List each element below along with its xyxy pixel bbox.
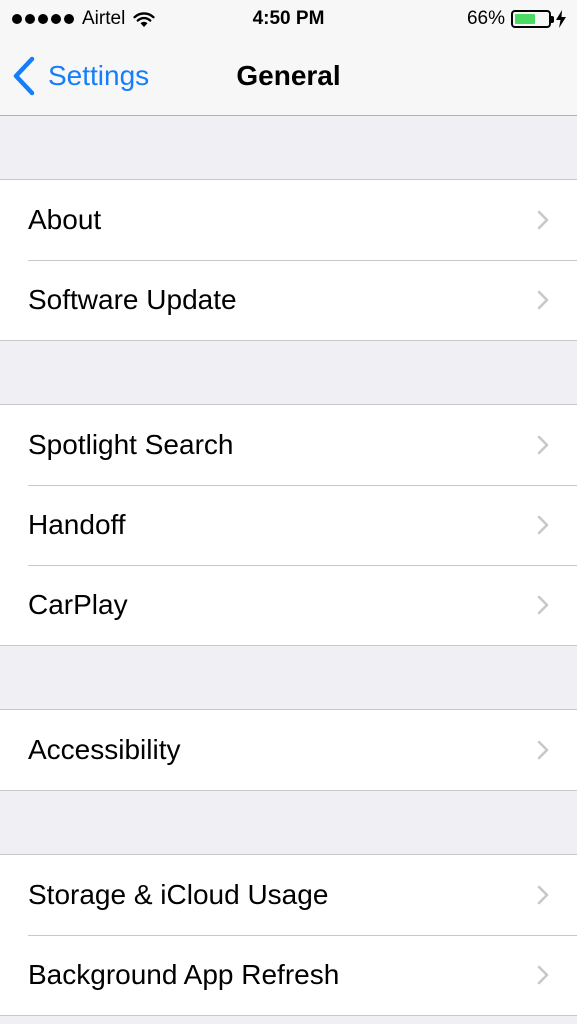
cell-label: Handoff: [28, 509, 126, 540]
cell-background-app-refresh[interactable]: Background App Refresh: [0, 935, 577, 1015]
cell-carplay[interactable]: CarPlay: [0, 565, 577, 645]
cell-accessibility[interactable]: Accessibility: [0, 710, 577, 790]
settings-group-4: Storage & iCloud Usage Background App Re…: [0, 854, 577, 1016]
status-bar: Airtel 4:50 PM 66%: [0, 0, 577, 38]
navigation-bar: Settings General: [0, 38, 577, 116]
chevron-right-icon: [537, 210, 549, 230]
battery-icon: [511, 10, 554, 28]
cell-handoff[interactable]: Handoff: [0, 485, 577, 565]
settings-group-2: Spotlight Search Handoff CarPlay: [0, 404, 577, 646]
page-title: General: [236, 60, 341, 91]
battery-fill: [515, 14, 535, 24]
battery-percent: 66%: [466, 8, 505, 29]
cell-label: Background App Refresh: [28, 959, 340, 990]
cell-label: Software Update: [28, 284, 237, 315]
chevron-right-icon: [537, 290, 549, 310]
cell-software-update[interactable]: Software Update: [0, 260, 577, 340]
chevron-right-icon: [537, 435, 549, 455]
cell-label: CarPlay: [28, 589, 128, 620]
chevron-right-icon: [537, 740, 549, 760]
status-right: 66%: [467, 8, 567, 30]
chevron-right-icon: [537, 595, 549, 615]
cell-label: About: [28, 204, 102, 235]
bolt-icon: [556, 10, 566, 28]
chevron-right-icon: [537, 515, 549, 535]
settings-list: About Software Update Spotlight Search H…: [0, 116, 577, 1016]
cell-spotlight-search[interactable]: Spotlight Search: [0, 405, 577, 485]
chevron-right-icon: [537, 885, 549, 905]
cell-label: Accessibility: [28, 734, 181, 765]
cell-about[interactable]: About: [0, 180, 577, 260]
cell-label: Spotlight Search: [28, 429, 234, 460]
cell-label: Storage & iCloud Usage: [28, 879, 329, 910]
settings-group-3: Accessibility: [0, 709, 577, 791]
chevron-right-icon: [537, 965, 549, 985]
cell-storage-icloud-usage[interactable]: Storage & iCloud Usage: [0, 855, 577, 935]
settings-group-1: About Software Update: [0, 179, 577, 341]
